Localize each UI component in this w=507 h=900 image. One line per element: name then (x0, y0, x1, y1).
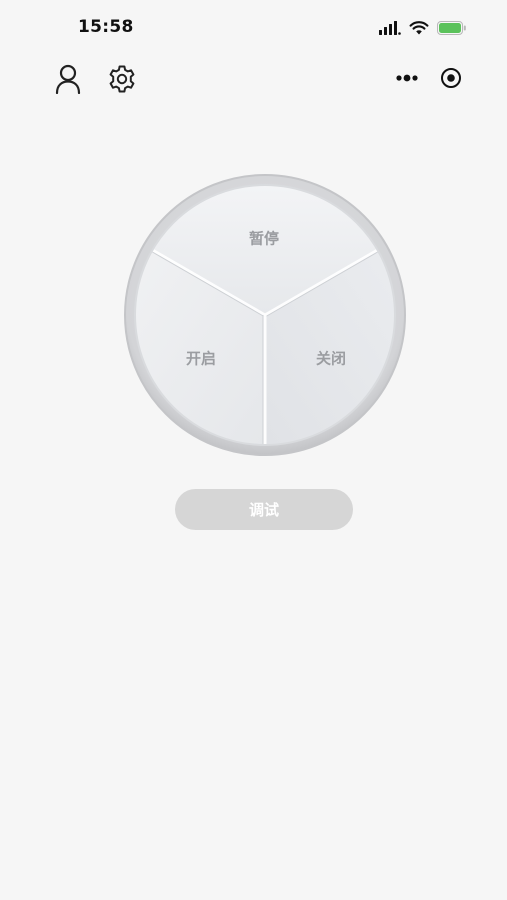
user-icon[interactable] (52, 62, 84, 96)
signal-icon (379, 20, 401, 39)
status-icons (379, 20, 467, 39)
status-time: 15:58 (78, 17, 134, 37)
battery-icon (437, 20, 467, 39)
debug-button[interactable]: 调试 (175, 489, 353, 530)
control-dial: 暂停 开启 关闭 (123, 173, 407, 457)
wifi-icon (409, 20, 429, 39)
nav-left (52, 62, 138, 96)
more-dots-icon[interactable] (385, 60, 429, 96)
status-bar: 15:58 (0, 0, 507, 56)
capsule-menu (385, 60, 473, 96)
settings-icon[interactable] (106, 62, 138, 96)
record-target-icon[interactable] (429, 60, 473, 96)
